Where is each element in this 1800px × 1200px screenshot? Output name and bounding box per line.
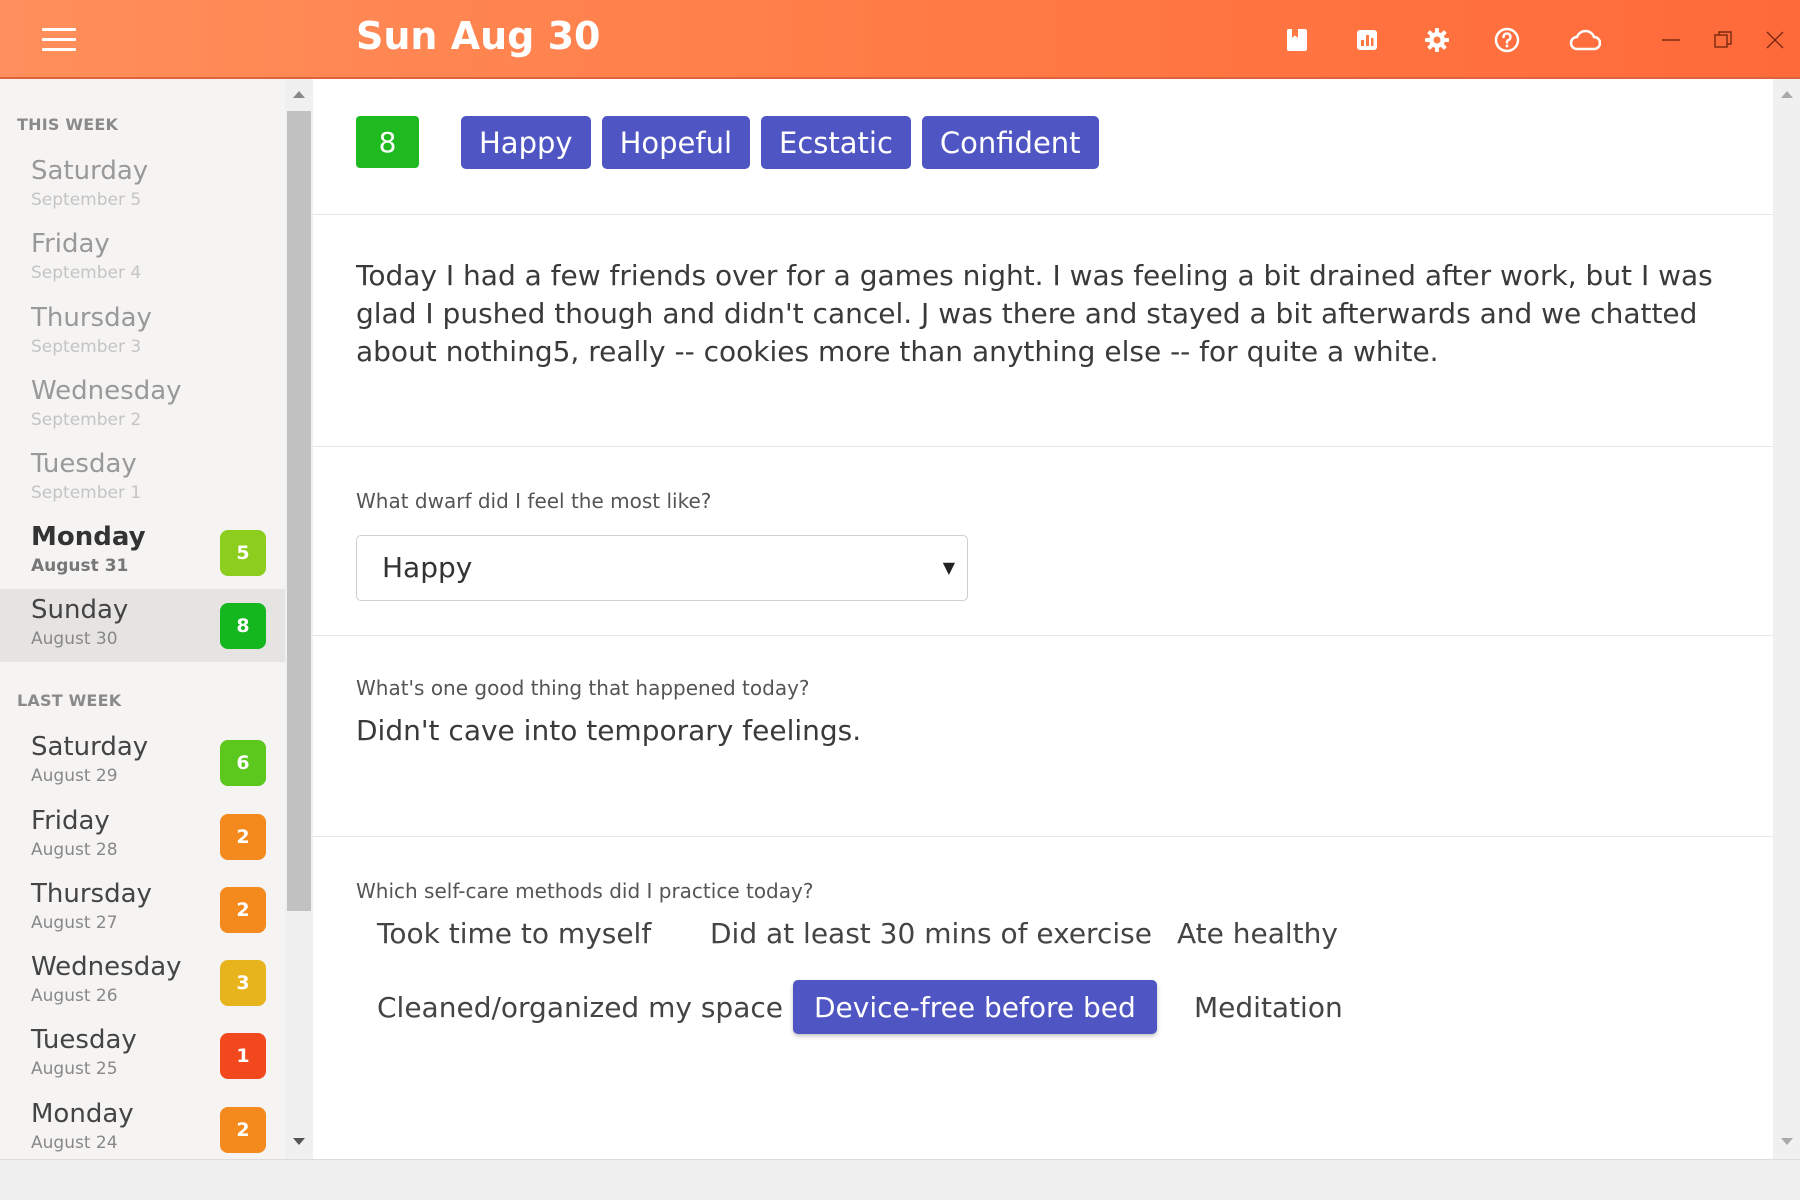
entry-panel: 8 Happy Hopeful Ecstatic Confident Today… bbox=[313, 79, 1773, 1159]
day-item-selected[interactable]: Sunday August 30 8 bbox=[0, 589, 285, 662]
good-thing-answer[interactable]: Didn't cave into temporary feelings. bbox=[356, 714, 861, 747]
day-date: August 26 bbox=[31, 986, 118, 1006]
day-date: August 29 bbox=[31, 766, 118, 786]
question-label: Which self-care methods did I practice t… bbox=[356, 879, 814, 903]
day-name: Tuesday bbox=[31, 449, 137, 479]
section-label-this-week: THIS WEEK bbox=[17, 115, 119, 134]
settings-icon[interactable] bbox=[1419, 22, 1455, 58]
day-item[interactable]: Friday September 4 bbox=[0, 223, 285, 296]
day-item[interactable]: Thursday August 27 2 bbox=[0, 873, 285, 946]
emotion-tag[interactable]: Confident bbox=[921, 116, 1099, 169]
day-name: Monday bbox=[31, 1099, 134, 1129]
day-date: August 25 bbox=[31, 1059, 118, 1079]
day-name: Thursday bbox=[31, 879, 152, 909]
day-name: Wednesday bbox=[31, 952, 182, 982]
mood-score-badge: 2 bbox=[220, 1107, 266, 1153]
day-name: Thursday bbox=[31, 303, 152, 333]
day-item[interactable]: Monday August 24 2 bbox=[0, 1093, 285, 1159]
scroll-up-icon[interactable] bbox=[1781, 91, 1793, 98]
day-date: August 28 bbox=[31, 840, 118, 860]
day-name: Wednesday bbox=[31, 376, 182, 406]
day-name: Saturday bbox=[31, 156, 149, 186]
self-care-option[interactable]: Ate healthy bbox=[1156, 906, 1359, 960]
question-label: What's one good thing that happened toda… bbox=[356, 676, 810, 700]
day-name: Saturday bbox=[31, 732, 149, 762]
day-item[interactable]: Tuesday August 25 1 bbox=[0, 1019, 285, 1092]
sidebar: THIS WEEK Saturday September 5 Friday Se… bbox=[0, 79, 285, 1159]
scrollbar-thumb[interactable] bbox=[287, 111, 311, 911]
chevron-down-icon: ▼ bbox=[942, 558, 955, 577]
day-date: August 27 bbox=[31, 913, 118, 933]
emotion-tags: Happy Hopeful Ecstatic Confident bbox=[461, 116, 1099, 169]
section-label-last-week: LAST WEEK bbox=[17, 691, 122, 710]
sidebar-scrollbar[interactable] bbox=[285, 79, 313, 1159]
day-item[interactable]: Wednesday August 26 3 bbox=[0, 946, 285, 1019]
mood-score-badge: 6 bbox=[220, 740, 266, 786]
day-date: September 2 bbox=[31, 410, 142, 430]
question-label: What dwarf did I feel the most like? bbox=[356, 489, 712, 513]
journal-entry-text[interactable]: Today I had a few friends over for a gam… bbox=[356, 257, 1736, 371]
dwarf-select-value: Happy bbox=[382, 551, 473, 584]
scroll-down-icon[interactable] bbox=[1781, 1138, 1793, 1145]
mood-score-badge: 8 bbox=[220, 603, 266, 649]
page-title: Sun Aug 30 bbox=[356, 14, 601, 58]
day-item[interactable]: Saturday August 29 6 bbox=[0, 726, 285, 799]
question-dwarf-section: What dwarf did I feel the most like? Hap… bbox=[313, 447, 1773, 636]
bottom-bar bbox=[0, 1159, 1800, 1200]
day-item[interactable]: Monday August 31 5 bbox=[0, 516, 285, 589]
self-care-option[interactable]: Meditation bbox=[1173, 980, 1364, 1034]
scroll-up-icon[interactable] bbox=[293, 91, 305, 98]
day-date: September 4 bbox=[31, 263, 142, 283]
emotion-tag[interactable]: Ecstatic bbox=[761, 116, 911, 169]
dwarf-select[interactable]: Happy ▼ bbox=[356, 535, 968, 601]
close-icon[interactable] bbox=[1757, 22, 1793, 58]
mood-score-badge: 1 bbox=[220, 1033, 266, 1079]
restore-icon[interactable] bbox=[1705, 22, 1741, 58]
mood-score-badge: 2 bbox=[220, 887, 266, 933]
scroll-down-icon[interactable] bbox=[293, 1138, 305, 1145]
day-date: September 3 bbox=[31, 337, 142, 357]
self-care-option[interactable]: Did at least 30 mins of exercise bbox=[689, 906, 1173, 960]
day-item[interactable]: Friday August 28 2 bbox=[0, 800, 285, 873]
emotion-tag[interactable]: Hopeful bbox=[601, 116, 751, 169]
menu-icon[interactable] bbox=[42, 28, 76, 52]
mood-header: 8 Happy Hopeful Ecstatic Confident bbox=[313, 79, 1773, 215]
day-name: Friday bbox=[31, 229, 110, 259]
question-self-care-section: Which self-care methods did I practice t… bbox=[313, 837, 1773, 1159]
day-date: August 30 bbox=[31, 629, 118, 649]
self-care-option[interactable]: Took time to myself bbox=[356, 906, 672, 960]
day-date: September 1 bbox=[31, 483, 142, 503]
self-care-option[interactable]: Cleaned/organized my space bbox=[356, 980, 804, 1034]
cloud-icon[interactable] bbox=[1567, 22, 1603, 58]
day-name: Monday bbox=[31, 522, 146, 552]
self-care-option-selected[interactable]: Device-free before bed bbox=[793, 980, 1157, 1034]
help-icon[interactable] bbox=[1489, 22, 1525, 58]
day-item[interactable]: Thursday September 3 bbox=[0, 297, 285, 370]
day-date: September 5 bbox=[31, 190, 142, 210]
journal-icon[interactable] bbox=[1279, 22, 1315, 58]
title-bar: Sun Aug 30 bbox=[0, 0, 1800, 79]
day-name: Sunday bbox=[31, 595, 129, 625]
mood-score-badge: 5 bbox=[220, 530, 266, 576]
question-good-thing-section: What's one good thing that happened toda… bbox=[313, 636, 1773, 837]
day-date: August 24 bbox=[31, 1133, 118, 1153]
day-date: August 31 bbox=[31, 556, 129, 576]
day-name: Tuesday bbox=[31, 1025, 137, 1055]
day-item[interactable]: Wednesday September 2 bbox=[0, 370, 285, 443]
minimize-icon[interactable] bbox=[1653, 22, 1689, 58]
day-name: Friday bbox=[31, 806, 110, 836]
day-item[interactable]: Tuesday September 1 bbox=[0, 443, 285, 516]
emotion-tag[interactable]: Happy bbox=[461, 116, 591, 169]
journal-text-section: Today I had a few friends over for a gam… bbox=[313, 215, 1773, 447]
mood-score-badge[interactable]: 8 bbox=[356, 116, 419, 168]
mood-score-badge: 2 bbox=[220, 814, 266, 860]
stats-icon[interactable] bbox=[1349, 22, 1385, 58]
mood-score-badge: 3 bbox=[220, 960, 266, 1006]
main-scrollbar[interactable] bbox=[1773, 79, 1800, 1159]
day-item[interactable]: Saturday September 5 bbox=[0, 150, 285, 223]
